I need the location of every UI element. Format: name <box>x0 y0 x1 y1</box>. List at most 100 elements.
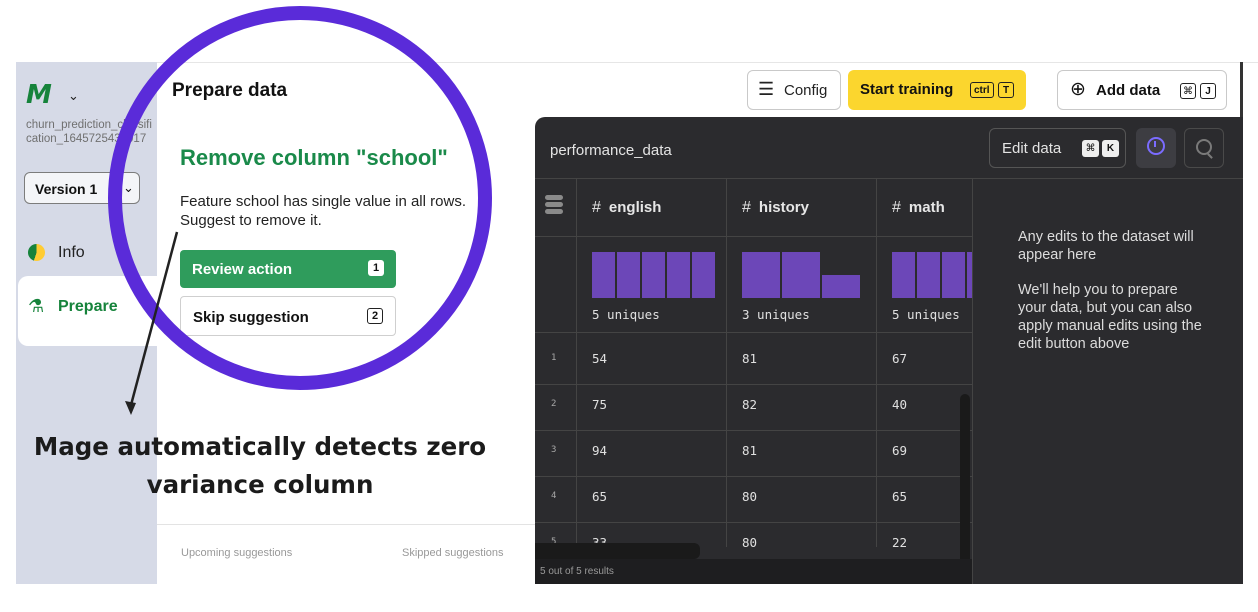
table-cell[interactable]: 65 <box>892 489 907 504</box>
sidebar-item-info[interactable]: Info <box>24 240 144 268</box>
edit-data-button[interactable]: Edit data ⌘ K <box>989 128 1126 168</box>
divider <box>157 524 535 525</box>
column-name: history <box>758 199 809 216</box>
edits-help-text: We'll help you to prepare your data, but… <box>1018 282 1202 352</box>
row-number: 3 <box>551 445 557 455</box>
column-divider <box>576 179 577 547</box>
table-cell[interactable]: 81 <box>742 351 757 366</box>
tab-upcoming-suggestions[interactable]: Upcoming suggestions <box>181 547 292 559</box>
version-select[interactable]: Version 1 ⌄ <box>24 172 140 204</box>
histogram-bar <box>667 252 690 298</box>
divider <box>117 177 118 199</box>
vertical-scrollbar[interactable] <box>960 394 970 584</box>
sidebar-item-prepare[interactable]: ⚗ Prepare <box>18 276 173 346</box>
row-number: 4 <box>551 491 557 501</box>
annotation-caption: Mage automatically detects zero variance… <box>33 432 487 499</box>
review-action-label: Review action <box>192 261 293 278</box>
add-data-label: Add data <box>1096 82 1161 99</box>
header-divider <box>157 62 1258 63</box>
edit-data-label: Edit data <box>1002 140 1062 157</box>
shortcut-key: K <box>1102 140 1119 157</box>
row-divider <box>535 430 972 431</box>
result-count: 5 out of 5 results <box>540 566 614 577</box>
edits-info-text: Any edits to the dataset will appear her… <box>1018 229 1194 263</box>
row-divider <box>535 384 972 385</box>
table-cell[interactable]: 80 <box>742 489 757 504</box>
review-action-button[interactable]: Review action 1 <box>180 250 396 288</box>
row-divider <box>535 522 972 523</box>
horizontal-scrollbar[interactable] <box>535 543 700 559</box>
table-cell[interactable]: 82 <box>742 397 757 412</box>
start-training-button[interactable]: Start training ctrl T <box>848 70 1026 110</box>
column-header-history[interactable]: # history <box>742 199 809 217</box>
numeric-type-icon: # <box>592 199 601 216</box>
shortcut-key: ⌘ <box>1082 140 1099 157</box>
uniques-count: 5 uniques <box>892 307 960 322</box>
clock-hand <box>1154 141 1156 147</box>
suggestion-description: Feature school has single value in all r… <box>180 193 466 229</box>
divider <box>972 179 973 584</box>
zoom-handle <box>1207 153 1213 159</box>
row-divider <box>535 236 972 237</box>
table-cell[interactable]: 67 <box>892 351 907 366</box>
chevron-down-icon[interactable]: ⌄ <box>68 88 79 104</box>
column-header-english[interactable]: # english <box>592 199 661 217</box>
sidebar-item-label: Info <box>58 244 85 261</box>
suggestion-title: Remove column "school" <box>180 145 448 170</box>
row-number: 2 <box>551 399 557 409</box>
histogram-bar <box>782 252 820 298</box>
shortcut-key: J <box>1200 83 1216 99</box>
shortcut-key: 2 <box>367 308 383 324</box>
table-cell[interactable]: 22 <box>892 535 907 550</box>
sliders-icon: ☰ <box>758 79 775 99</box>
histogram-bar <box>592 252 615 298</box>
table-cell[interactable]: 69 <box>892 443 907 458</box>
flask-icon: ⚗ <box>28 296 45 316</box>
row-divider <box>535 476 972 477</box>
start-training-label: Start training <box>860 81 954 98</box>
config-label: Config <box>784 82 828 99</box>
histogram-bar <box>692 252 715 298</box>
row-number: 1 <box>551 353 557 363</box>
numeric-type-icon: # <box>892 199 901 216</box>
zoom-button[interactable] <box>1184 128 1224 168</box>
info-pie-icon <box>28 244 45 261</box>
histogram-bar <box>822 275 860 298</box>
uniques-count: 3 uniques <box>742 307 810 322</box>
sidebar-item-label: Prepare <box>58 298 118 315</box>
zoom-icon <box>1196 139 1212 155</box>
version-label: Version 1 <box>35 181 98 197</box>
histogram-bar <box>942 252 965 298</box>
table-cell[interactable]: 94 <box>592 443 607 458</box>
column-header-math[interactable]: # math <box>892 199 945 217</box>
tab-skipped-suggestions[interactable]: Skipped suggestions <box>402 547 504 559</box>
skip-suggestion-label: Skip suggestion <box>193 309 309 326</box>
table-cell[interactable]: 80 <box>742 535 757 550</box>
dataset-name: performance_data <box>550 142 672 159</box>
history-button[interactable] <box>1136 128 1176 168</box>
column-name: english <box>608 199 662 216</box>
table-cell[interactable]: 54 <box>592 351 607 366</box>
numeric-type-icon: # <box>742 199 751 216</box>
config-button[interactable]: ☰ Config <box>747 70 841 110</box>
clock-icon <box>1147 137 1165 155</box>
histogram-bar <box>742 252 780 298</box>
histogram-bar <box>917 252 940 298</box>
uniques-count: 5 uniques <box>592 307 660 322</box>
skip-suggestion-button[interactable]: Skip suggestion 2 <box>180 296 396 336</box>
histogram-bar <box>892 252 915 298</box>
histogram-bar <box>642 252 665 298</box>
table-cell[interactable]: 65 <box>592 489 607 504</box>
chevron-down-icon: ⌄ <box>123 180 134 195</box>
page-title: Prepare data <box>172 80 288 101</box>
project-name: churn_prediction_classification_16457254… <box>26 119 152 145</box>
database-icon <box>545 195 563 217</box>
table-cell[interactable]: 75 <box>592 397 607 412</box>
table-cell[interactable]: 81 <box>742 443 757 458</box>
data-table: # english # history # math 5 uniques 3 uniq… <box>535 179 972 584</box>
mage-logo[interactable]: M <box>26 80 52 110</box>
column-name: math <box>908 199 945 216</box>
add-data-button[interactable]: ⊕ Add data ⌘ J <box>1057 70 1227 110</box>
table-cell[interactable]: 40 <box>892 397 907 412</box>
data-panel: performance_data Edit data ⌘ K # english … <box>535 117 1243 584</box>
